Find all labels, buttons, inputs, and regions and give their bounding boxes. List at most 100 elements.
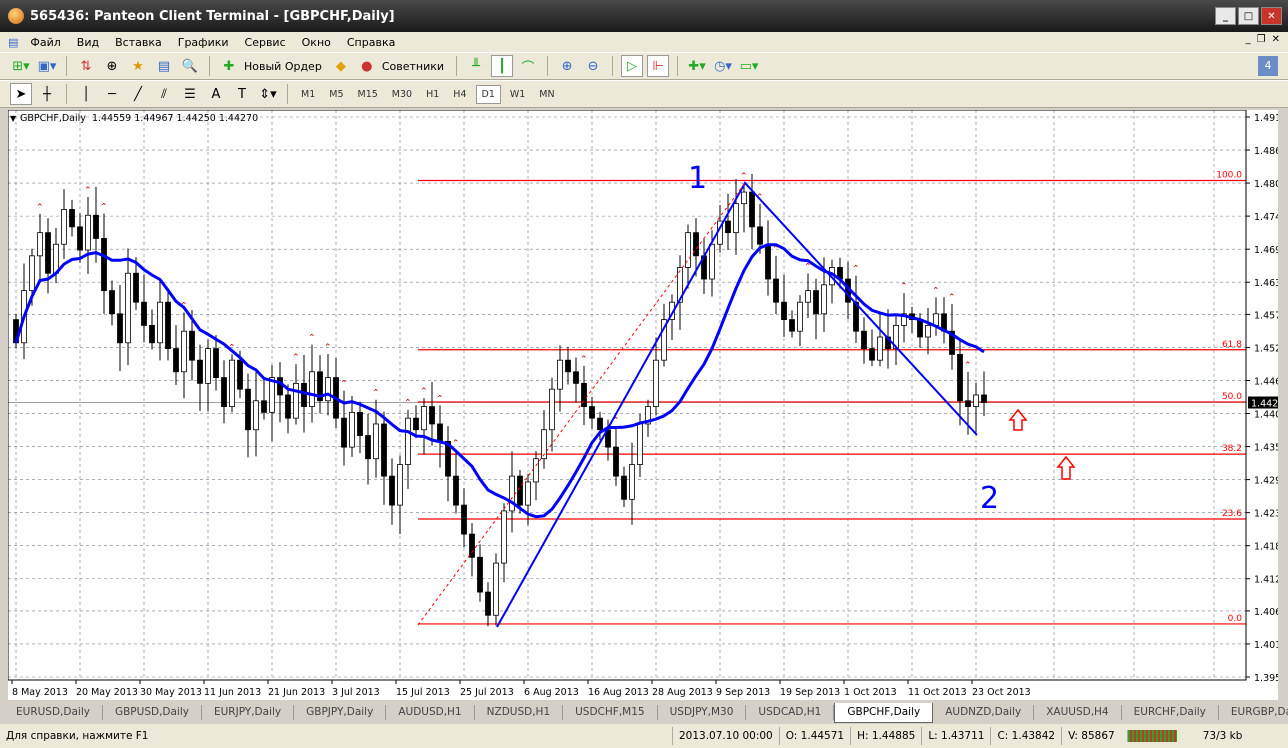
symbol-tab[interactable]: NZDUSD,H1 [475,705,564,720]
arrows-icon[interactable]: ⇕▾ [257,83,279,105]
candle-bull [309,371,315,407]
new-chart-icon[interactable]: ⊞▾ [10,55,32,77]
candle-bear [69,209,75,228]
text-icon[interactable]: A [205,83,227,105]
crosshair-icon[interactable]: ⊕ [101,55,123,77]
symbol-tab[interactable]: EURCHF,Daily [1122,705,1219,720]
favorites-icon[interactable]: ★ [127,55,149,77]
candle-bear [813,290,819,315]
zoom-out-icon[interactable]: ⊖ [582,55,604,77]
zoom-in-icon[interactable]: ⊕ [556,55,578,77]
strategy-tester-icon[interactable]: 🔍 [179,55,201,77]
cursor-icon[interactable]: ➤ [10,83,32,105]
symbol-tab[interactable]: EURGBP,Daily [1219,705,1288,720]
mdi-close-button[interactable]: ✕ [1272,34,1280,45]
candle-bear [221,377,227,407]
tf-m30[interactable]: M30 [387,86,417,103]
candle-bear [213,348,219,378]
trendline-icon[interactable]: ╱ [127,83,149,105]
autoscroll-icon[interactable]: ▷ [621,55,644,77]
candlestick-icon[interactable]: ┃ [491,55,514,77]
fractal-up-icon: ⌃ [852,265,860,275]
bar-chart-icon[interactable]: ╨ [465,55,487,77]
candle-bear [573,371,579,384]
minimize-button[interactable]: _ [1215,7,1236,25]
tf-mn[interactable]: MN [534,86,559,103]
collapse-icon[interactable]: ▼ [10,114,17,123]
y-tick-label: 1.44650 [1254,376,1278,387]
maximize-button[interactable]: □ [1238,7,1259,25]
price-chart[interactable]: 100.0 61.8 50.0 38.2 23.6 0.0 ⌃ ⌃ ⌃ ⌃ ⌃ ⌃ ⌃ ⌃ ⌃ ⌃ ⌃ ⌃ ⌃ ⌃ ⌃… [7,109,1288,700]
x-tick-label: 8 May 2013 [12,687,68,698]
market-watch-icon[interactable]: ⇅ [75,55,97,77]
candle-bull [373,423,379,460]
menu-insert[interactable]: Вставка [107,36,170,49]
symbol-tab[interactable]: EURJPY,Daily [202,705,295,720]
menu-charts[interactable]: Графики [170,36,237,49]
symbol-tab[interactable]: USDJPY,M30 [658,705,747,720]
candle-bull [733,203,739,234]
terminal-icon[interactable]: ▤ [153,55,175,77]
tf-w1[interactable]: W1 [505,86,530,103]
line-chart-icon[interactable]: ⌒ [517,55,539,77]
fractal-up-icon: ⌃ [948,293,956,303]
chart-shift-icon[interactable]: ⊩ [647,55,670,77]
indicators-icon[interactable]: ✚▾ [686,55,708,77]
chart-canvas[interactable]: 100.0 61.8 50.0 38.2 23.6 0.0 ⌃ ⌃ ⌃ ⌃ ⌃ ⌃ ⌃ ⌃ ⌃ ⌃ ⌃ ⌃ ⌃ ⌃ ⌃… [7,109,1288,700]
profiles-icon[interactable]: ▣▾ [36,55,58,77]
candle-bear [789,319,795,332]
window-title: 565436: Panteon Client Terminal - [GBPCH… [30,8,395,24]
menu-view[interactable]: Вид [69,36,107,49]
tf-m15[interactable]: M15 [353,86,383,103]
tf-h4[interactable]: H4 [448,86,471,103]
y-tick-label: 1.42940 [1254,476,1278,487]
symbol-tab[interactable]: USDCAD,H1 [746,705,835,720]
symbol-tab[interactable]: EURUSD,Daily [4,705,103,720]
templates-icon[interactable]: ▭▾ [738,55,760,77]
fibonacci-icon[interactable]: ☰ [179,83,201,105]
symbol-tab[interactable]: USDCHF,M15 [563,705,658,720]
candle-bull [805,290,811,303]
new-order-button[interactable]: Новый Ордер [244,60,326,73]
symbol-tab[interactable]: AUDNZD,Daily [933,705,1035,720]
horizontal-line-icon[interactable]: ─ [101,83,123,105]
x-tick-label: 20 May 2013 [76,687,138,698]
periods-icon[interactable]: ◷▾ [712,55,734,77]
crosshair-tool-icon[interactable]: ┼ [36,83,58,105]
symbol-tab[interactable]: AUDUSD,H1 [386,705,475,720]
wave-trendline[interactable] [496,181,978,628]
tf-m1[interactable]: M1 [296,86,320,103]
candle-bull [205,348,211,384]
tf-m5[interactable]: M5 [324,86,348,103]
chat-icon[interactable]: 4 [1258,56,1278,76]
menu-help[interactable]: Справка [339,36,403,49]
equidistant-channel-icon[interactable]: ⫽ [153,83,175,105]
experts-button[interactable]: Советники [382,60,448,73]
text-label-icon[interactable]: T [231,83,253,105]
candle-bear [429,406,435,425]
symbol-tab[interactable]: GBPJPY,Daily [294,705,387,720]
mdi-minimize-button[interactable]: _ [1246,34,1251,45]
symbol-tab[interactable]: GBPUSD,Daily [103,705,202,720]
candle-bear [413,417,419,431]
experts-icon[interactable]: ● [356,55,378,77]
menu-window[interactable]: Окно [294,36,339,49]
symbol-tab[interactable]: XAUUSD,H4 [1034,705,1122,720]
candle-bear [301,382,307,407]
warning-icon[interactable]: ◆ [330,55,352,77]
vertical-line-icon[interactable]: │ [75,83,97,105]
symbol-tab[interactable]: GBPCHF,Daily [834,702,934,723]
tf-d1[interactable]: D1 [475,84,501,104]
tf-h1[interactable]: H1 [421,86,444,103]
candle-bear [517,475,523,506]
close-button[interactable]: ✕ [1261,7,1282,25]
fractal-up-icon: ⌃ [36,203,44,213]
menu-file[interactable]: Файл [22,36,68,49]
candle-bull [653,359,659,407]
menu-tools[interactable]: Сервис [237,36,294,49]
candle-bear [149,325,155,344]
bar-high: H: 1.44885 [850,727,921,745]
new-order-icon[interactable]: ✚ [218,55,240,77]
candle-bull [509,475,515,512]
mdi-restore-button[interactable]: ❐ [1257,34,1266,45]
